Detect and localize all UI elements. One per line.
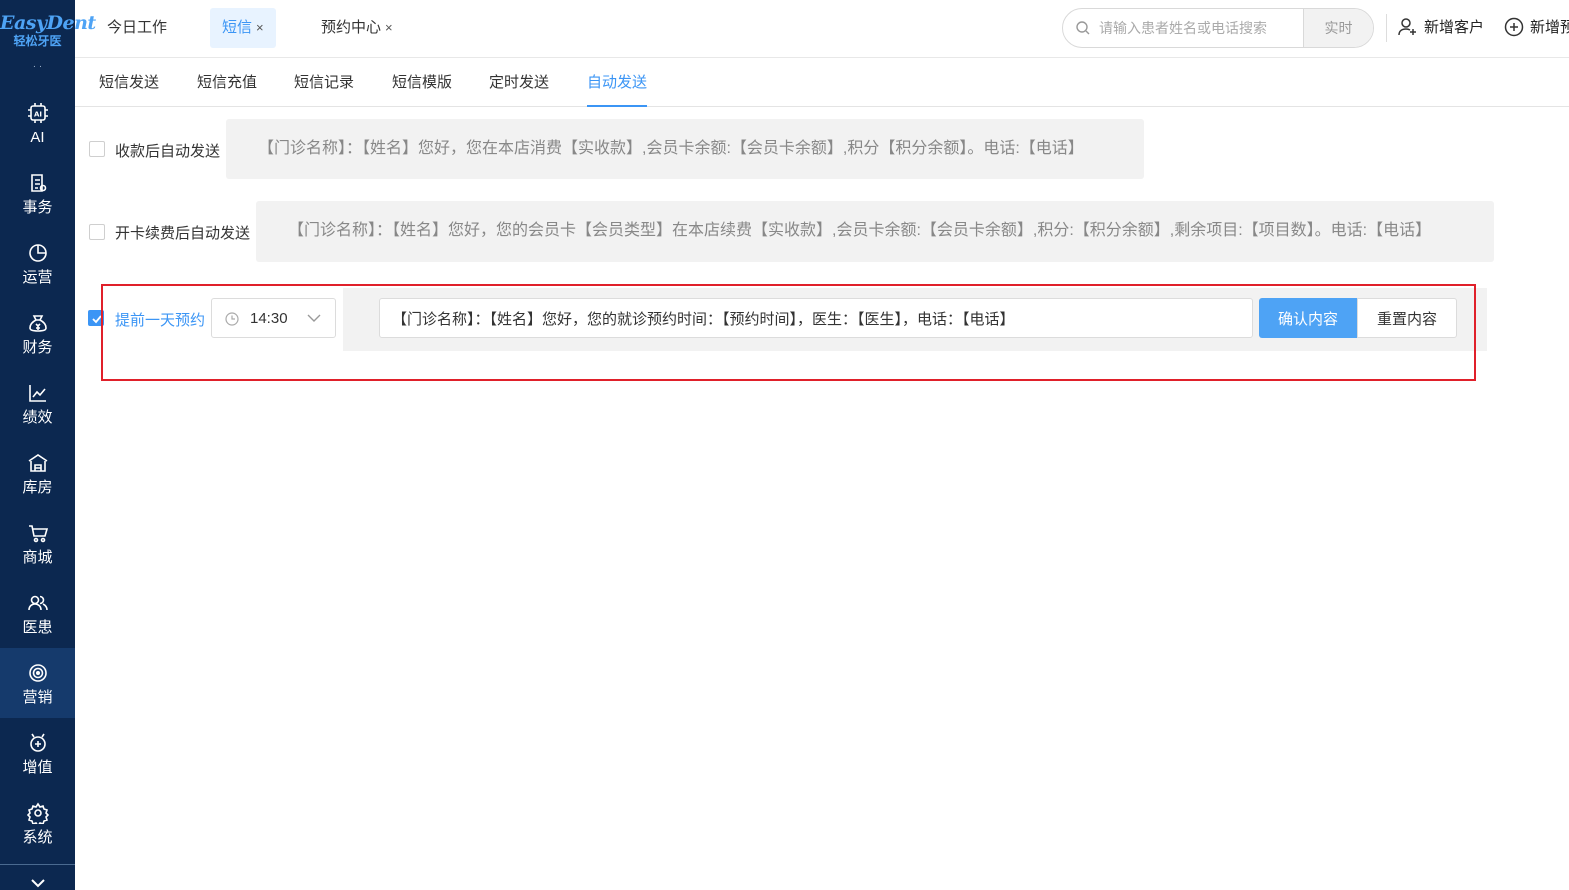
add-customer-button[interactable]: 新增客户 xyxy=(1398,16,1484,40)
tab-sms[interactable]: 短信 × xyxy=(210,8,276,48)
subtab-sms-send[interactable]: 短信发送 xyxy=(99,58,159,107)
add-appointment-button[interactable]: 新增预 xyxy=(1504,16,1569,40)
header-divider xyxy=(1386,14,1387,42)
subtab-scheduled-send[interactable]: 定时发送 xyxy=(489,58,549,107)
payment-auto-send-label: 收款后自动发送 xyxy=(115,143,221,160)
sidebar-item-warehouse[interactable]: 库房 xyxy=(0,438,75,508)
top-header: 今日工作 短信× 预约中心× 实时 新增客户 新增预 xyxy=(75,0,1569,58)
close-icon[interactable]: × xyxy=(256,20,264,35)
sidebar-item-patients[interactable]: 医患 xyxy=(0,578,75,648)
sidebar-item-operations[interactable]: 运营 xyxy=(0,228,75,298)
tab-appointment-center[interactable]: 预约中心 × xyxy=(309,8,405,48)
value-add-icon xyxy=(29,733,46,752)
plus-circle-icon xyxy=(1504,17,1524,37)
user-add-icon xyxy=(1398,18,1416,36)
subtab-sms-templates[interactable]: 短信模版 xyxy=(392,58,452,107)
appointment-template-input[interactable] xyxy=(379,298,1253,338)
appointment-reminder-label[interactable]: 提前一天预约 xyxy=(115,309,205,330)
reset-content-button[interactable]: 重置内容 xyxy=(1357,298,1457,338)
send-time-value: 14:30 xyxy=(250,310,288,327)
chevron-down-icon xyxy=(307,314,321,322)
close-icon[interactable]: × xyxy=(385,20,393,35)
brand-logo[interactable]: EasyDent 轻松牙医 xyxy=(0,0,96,60)
sidebar-item-label: AI xyxy=(30,129,45,146)
pie-chart-icon xyxy=(28,244,47,262)
sidebar-item-ai[interactable]: AI AI xyxy=(0,88,75,158)
tab-label: 短信 xyxy=(222,19,253,36)
confirm-content-button[interactable]: 确认内容 xyxy=(1259,298,1357,338)
sms-subtabs: 短信发送 短信充值 短信记录 短信模版 定时发送 自动发送 xyxy=(75,58,1569,107)
search-icon xyxy=(1076,21,1090,35)
chevron-down-icon xyxy=(30,879,45,888)
svg-text:AI: AI xyxy=(33,111,41,119)
card-renewal-template-text: 【门诊名称】：【姓名】您好，您的会员卡【会员类型】在本店续费【实收款】,会员卡余… xyxy=(256,201,1494,262)
target-icon xyxy=(28,664,47,682)
sidebar-item-label: 绩效 xyxy=(22,409,53,426)
subtab-sms-recharge[interactable]: 短信充值 xyxy=(197,58,257,107)
sidebar-item-label: 营销 xyxy=(22,689,53,706)
search-input[interactable] xyxy=(1099,9,1299,47)
brand-subtitle: 轻松牙医 xyxy=(13,34,62,48)
ai-icon: AI xyxy=(27,103,48,123)
sidebar-collapse-toggle[interactable] xyxy=(0,864,75,890)
subtab-auto-send[interactable]: 自动发送 xyxy=(587,58,648,107)
sidebar-more-indicator: · · xyxy=(32,61,43,72)
card-renewal-auto-send-label: 开卡续费后自动发送 xyxy=(115,225,251,242)
brand-name: EasyDent xyxy=(0,12,96,34)
sidebar-item-affairs[interactable]: 事务 xyxy=(0,158,75,228)
sidebar-item-performance[interactable]: 绩效 xyxy=(0,368,75,438)
sidebar-item-finance[interactable]: 财务 xyxy=(0,298,75,368)
sidebar-item-label: 系统 xyxy=(22,829,53,846)
send-time-picker[interactable]: 14:30 xyxy=(211,298,336,338)
payment-auto-send-checkbox[interactable] xyxy=(89,141,105,157)
users-icon xyxy=(27,595,48,611)
tab-label: 今日工作 xyxy=(107,19,168,36)
sidebar-item-system[interactable]: 系统 xyxy=(0,788,75,858)
payment-template-text: 【门诊名称】：【姓名】您好，您在本店消费【实收款】,会员卡余额:【会员卡余额】,… xyxy=(226,119,1144,179)
sidebar-item-label: 财务 xyxy=(22,339,53,356)
sidebar-item-label: 事务 xyxy=(22,199,53,216)
cart-icon xyxy=(28,525,48,543)
appointment-reminder-checkbox[interactable] xyxy=(88,310,104,326)
add-appointment-label: 新增预 xyxy=(1530,19,1569,36)
app: EasyDent 轻松牙医 · · AI AI 事务 运营 财务 绩效 库房 商… xyxy=(0,0,1569,890)
money-bag-icon xyxy=(28,315,47,332)
sidebar-item-marketing[interactable]: 营销 xyxy=(0,648,75,718)
card-renewal-auto-send-checkbox[interactable] xyxy=(89,224,105,240)
sidebar-item-label: 库房 xyxy=(22,479,53,496)
clock-icon xyxy=(225,312,239,326)
add-customer-label: 新增客户 xyxy=(1424,19,1485,36)
sidebar-item-label: 运营 xyxy=(22,269,53,286)
patient-search: 实时 xyxy=(1062,8,1374,48)
sidebar-item-value-added[interactable]: 增值 xyxy=(0,718,75,788)
sidebar: EasyDent 轻松牙医 · · AI AI 事务 运营 财务 绩效 库房 商… xyxy=(0,0,96,890)
gear-icon xyxy=(26,802,49,824)
realtime-search-button[interactable]: 实时 xyxy=(1303,9,1373,47)
line-chart-icon xyxy=(28,385,46,402)
clipboard-icon xyxy=(30,174,46,192)
sidebar-item-label: 商城 xyxy=(22,549,53,566)
sidebar-item-label: 医患 xyxy=(22,619,53,636)
warehouse-icon xyxy=(28,454,47,472)
subtab-sms-records[interactable]: 短信记录 xyxy=(294,58,354,107)
sidebar-item-mall[interactable]: 商城 xyxy=(0,508,75,578)
tab-today-work[interactable]: 今日工作 xyxy=(95,8,179,48)
check-icon xyxy=(92,315,102,324)
sidebar-item-label: 增值 xyxy=(22,759,53,776)
tab-label: 预约中心 xyxy=(321,19,382,36)
